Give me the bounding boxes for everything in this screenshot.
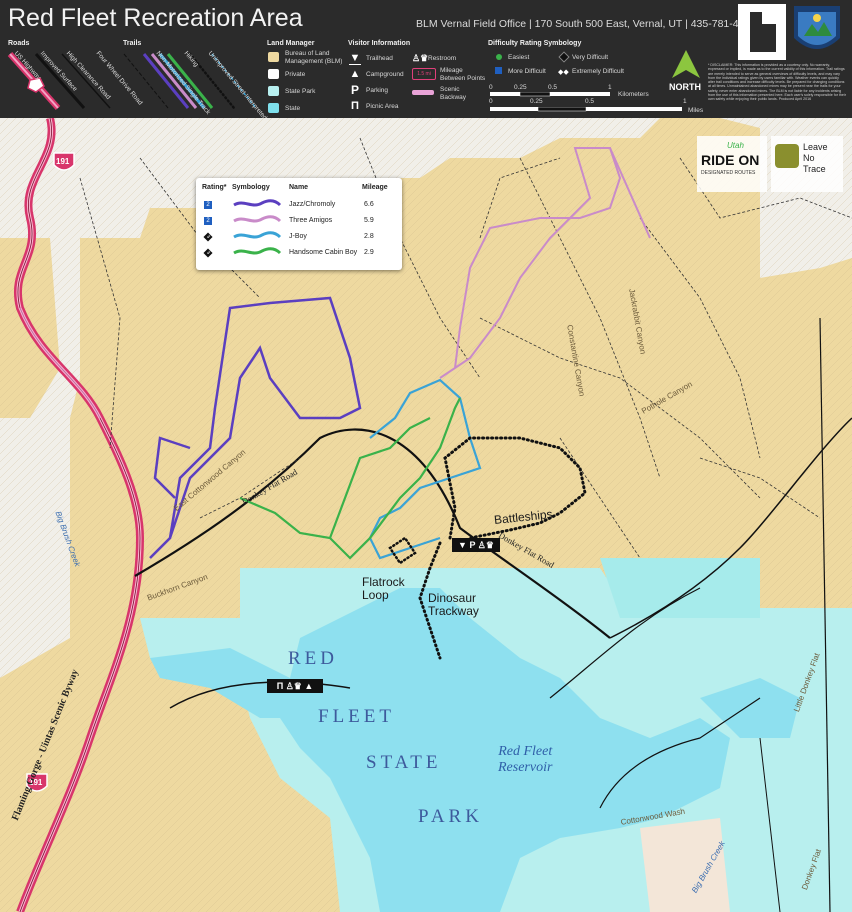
- page-title: Red Fleet Recreation Area: [8, 4, 303, 32]
- land-manager-label: State: [285, 105, 301, 112]
- partner-logos: Utah RIDE ON DESIGNATED ROUTES Leave No Tr…: [697, 136, 844, 192]
- legend-line: [233, 231, 282, 239]
- private-swatch: [268, 69, 279, 79]
- park-label: STATE: [366, 752, 442, 773]
- visitor-label: Mileage Between Points: [440, 67, 486, 82]
- picnic-icon: Π: [351, 100, 359, 112]
- north-label: NORTH: [669, 82, 701, 92]
- visitor-label: Restroom: [428, 55, 457, 62]
- scale-tick: 0.5: [548, 84, 558, 91]
- scale-tick: 0: [489, 84, 493, 91]
- reservoir-label: Red Fleet Reservoir: [498, 744, 553, 775]
- park-label: PARK: [418, 806, 483, 827]
- scale-tick: 1: [608, 84, 612, 91]
- legend-header: Mileage: [362, 184, 388, 191]
- flatrock-loop-label: Flatrock Loop: [362, 575, 405, 602]
- rating-badge: 3: [203, 248, 213, 258]
- scenic-backway-swatch: [412, 90, 434, 95]
- legend-trail-miles: 2.8: [364, 233, 374, 240]
- difficulty-heading: Difficulty Rating Symbology: [488, 40, 582, 47]
- legend-trail-miles: 6.6: [364, 201, 374, 208]
- park-label: RED: [288, 648, 338, 669]
- difficulty-label: Easiest: [508, 54, 530, 61]
- land-manager-heading: Land Manager: [267, 40, 315, 47]
- visitor-label: Picnic Area: [366, 103, 399, 110]
- legend-trail-name: J-Boy: [289, 233, 307, 240]
- legend-line: [233, 215, 282, 223]
- disclaimer: * DISCLAIMER: This information is provid…: [708, 63, 846, 102]
- ride-on-logo: Utah RIDE ON DESIGNATED ROUTES: [697, 136, 767, 192]
- legend-line: [233, 199, 282, 207]
- trail-legend: Rating* Symbology Name Mileage 2 Jazz/Ch…: [196, 178, 402, 270]
- legend-trail-miles: 5.9: [364, 217, 374, 224]
- leave-no-trace-icon: [775, 144, 799, 168]
- utah-state-icon: [738, 4, 786, 60]
- campground-icon: ▲: [349, 68, 361, 80]
- land-manager-label: Private: [285, 71, 306, 78]
- scale-unit: Kilometers: [618, 91, 649, 98]
- trailhead-parking-restroom-icon[interactable]: ▼ P ♙♛: [452, 538, 500, 552]
- legend-line: [233, 247, 282, 255]
- scale-tick: 0.25: [514, 84, 527, 91]
- map-sheet: Red Fleet Recreation Area BLM Vernal Fie…: [0, 0, 852, 912]
- visitor-label: Scenic Backway: [440, 86, 467, 101]
- map-canvas[interactable]: Rating* Symbology Name Mileage 2 Jazz/Ch…: [0, 118, 852, 912]
- blm-swatch: [268, 52, 279, 62]
- legend-header: Symbology: [232, 184, 270, 191]
- difficulty-label: More Difficult: [508, 68, 546, 75]
- scale-tick: 0.5: [585, 98, 595, 105]
- trails-heading: Trails: [123, 40, 142, 47]
- visitor-heading: Visitor Information: [348, 40, 411, 47]
- office-contact: BLM Vernal Field Office | 170 South 500 …: [416, 18, 757, 30]
- rating-badge: 2: [204, 201, 212, 209]
- state-park-swatch: [268, 86, 279, 96]
- mile-scale-bar: [490, 107, 682, 112]
- legend-header: Name: [289, 184, 309, 191]
- easiest-icon: [496, 54, 502, 60]
- dinosaur-trackway-label: Dinosaur Trackway: [428, 591, 479, 618]
- blm-logo-icon: [794, 6, 840, 49]
- roads-heading: Roads: [8, 40, 30, 47]
- legend-trail-name: Handsome Cabin Boy: [289, 249, 358, 256]
- park-label: FLEET: [318, 706, 395, 727]
- restroom-icon: ♙♛: [412, 53, 429, 63]
- difficulty-label: Extremely Difficult: [572, 68, 624, 75]
- us-191-shield-label: 191: [56, 157, 70, 166]
- scale-tick: 0: [489, 98, 493, 105]
- trailhead-icon: ▼: [349, 52, 361, 65]
- map-graphics: [0, 118, 852, 912]
- legend-trail-name: Three Amigos: [289, 217, 333, 224]
- visitor-label: Campground: [366, 71, 404, 78]
- picnic-restroom-campground-icon[interactable]: Π ♙♛ ▲: [267, 679, 323, 693]
- more-difficult-icon: [495, 67, 502, 74]
- mileage-sample: 1.5 mi: [412, 68, 436, 80]
- private-land: [640, 818, 730, 912]
- visitor-label: Trailhead: [366, 55, 393, 62]
- legend-trail-miles: 2.9: [364, 249, 374, 256]
- legend-trail-name: Jazz/Chromoly: [289, 201, 336, 208]
- land-manager-label: State Park: [285, 88, 316, 95]
- very-difficult-icon: [558, 51, 570, 63]
- map-header: Red Fleet Recreation Area BLM Vernal Fie…: [0, 0, 852, 132]
- scale-tick: 1: [683, 98, 687, 105]
- land-manager-label: Bureau of Land Management (BLM): [285, 50, 343, 65]
- rating-badge: 3: [203, 232, 213, 242]
- legend-header: Rating*: [202, 184, 227, 191]
- extremely-difficult-icon: ◆◆: [558, 69, 569, 76]
- leave-no-trace-logo: Leave No Trace: [771, 136, 843, 192]
- difficulty-label: Very Difficult: [572, 54, 609, 61]
- state-swatch: [268, 103, 279, 113]
- rating-badge: 2: [204, 217, 212, 225]
- km-scale-bar: [490, 92, 610, 97]
- parking-icon: P: [350, 83, 359, 97]
- scale-tick: 0.25: [530, 98, 543, 105]
- state-park-land: [600, 558, 760, 618]
- north-arrow-icon: [672, 50, 700, 78]
- scale-unit: Miles: [688, 107, 704, 114]
- visitor-label: Parking: [366, 87, 389, 94]
